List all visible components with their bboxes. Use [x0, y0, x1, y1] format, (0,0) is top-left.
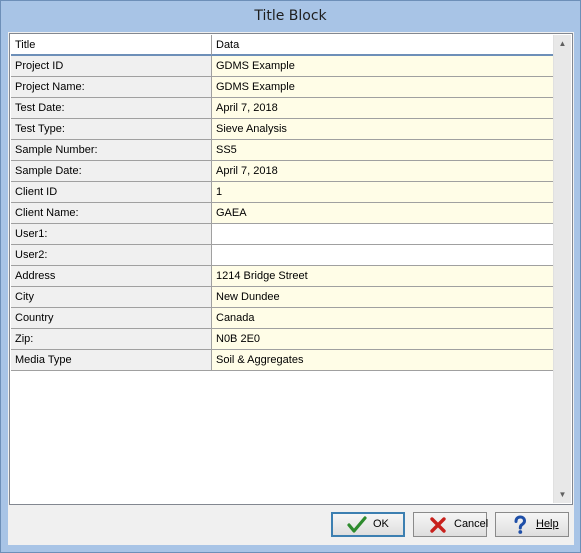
- row-data-cell[interactable]: GDMS Example: [212, 77, 554, 98]
- table-row[interactable]: Zip: N0B 2E0: [11, 329, 554, 350]
- grid-header-row: Title Data: [11, 35, 554, 56]
- table-row[interactable]: Address 1214 Bridge Street: [11, 266, 554, 287]
- row-title-cell: User1:: [11, 224, 212, 245]
- row-data-cell[interactable]: N0B 2E0: [212, 329, 554, 350]
- row-title-cell: Zip:: [11, 329, 212, 350]
- scroll-down-icon[interactable]: ▼: [554, 486, 571, 503]
- row-title-cell: Media Type: [11, 350, 212, 371]
- row-data-cell[interactable]: [212, 245, 554, 266]
- row-data-cell[interactable]: Soil & Aggregates: [212, 350, 554, 371]
- row-data-cell[interactable]: April 7, 2018: [212, 98, 554, 119]
- question-icon: [514, 515, 527, 534]
- table-row[interactable]: Media Type Soil & Aggregates: [11, 350, 554, 371]
- row-title-cell: Client ID: [11, 182, 212, 203]
- row-data-cell[interactable]: GDMS Example: [212, 56, 554, 77]
- row-title-cell: Test Date:: [11, 98, 212, 119]
- row-title-cell: Client Name:: [11, 203, 212, 224]
- row-data-cell[interactable]: GAEA: [212, 203, 554, 224]
- row-data-cell[interactable]: 1214 Bridge Street: [212, 266, 554, 287]
- dialog-window: Title Block Title Data Project ID GDMS Ex…: [0, 0, 581, 553]
- cancel-button[interactable]: Cancel: [413, 512, 489, 537]
- table-row[interactable]: Client Name: GAEA: [11, 203, 554, 224]
- table-row[interactable]: Sample Number: SS5: [11, 140, 554, 161]
- row-title-cell: Test Type:: [11, 119, 212, 140]
- row-data-cell[interactable]: Canada: [212, 308, 554, 329]
- table-row[interactable]: Project Name: GDMS Example: [11, 77, 554, 98]
- column-header-title[interactable]: Title: [11, 35, 212, 56]
- row-data-cell[interactable]: April 7, 2018: [212, 161, 554, 182]
- table-row[interactable]: City New Dundee: [11, 287, 554, 308]
- dialog-client-area: Title Data Project ID GDMS Example Project…: [8, 32, 574, 545]
- row-data-cell[interactable]: SS5: [212, 140, 554, 161]
- row-title-cell: Project ID: [11, 56, 212, 77]
- row-data-cell[interactable]: New Dundee: [212, 287, 554, 308]
- x-icon: [430, 517, 446, 533]
- table-row[interactable]: Client ID 1: [11, 182, 554, 203]
- table-row[interactable]: Country Canada: [11, 308, 554, 329]
- table-row[interactable]: Test Type: Sieve Analysis: [11, 119, 554, 140]
- grid-body: Title Data Project ID GDMS Example Project…: [11, 35, 554, 503]
- row-title-cell: Project Name:: [11, 77, 212, 98]
- vertical-scrollbar[interactable]: ▲ ▼: [553, 35, 571, 503]
- window-title: Title Block: [254, 8, 327, 24]
- row-title-cell: Address: [11, 266, 212, 287]
- table-row[interactable]: Sample Date: April 7, 2018: [11, 161, 554, 182]
- row-data-cell[interactable]: Sieve Analysis: [212, 119, 554, 140]
- table-row[interactable]: User2:: [11, 245, 554, 266]
- row-title-cell: Sample Number:: [11, 140, 212, 161]
- scroll-up-icon[interactable]: ▲: [554, 35, 571, 52]
- table-row[interactable]: Project ID GDMS Example: [11, 56, 554, 77]
- row-title-cell: City: [11, 287, 212, 308]
- cancel-button-label: Cancel: [454, 518, 489, 530]
- row-title-cell: User2:: [11, 245, 212, 266]
- help-button-label: Help: [536, 518, 559, 530]
- table-row[interactable]: User1:: [11, 224, 554, 245]
- help-button[interactable]: Help: [495, 512, 569, 537]
- title-block-grid: Title Data Project ID GDMS Example Project…: [9, 33, 573, 505]
- row-data-cell[interactable]: 1: [212, 182, 554, 203]
- row-title-cell: Sample Date:: [11, 161, 212, 182]
- ok-button[interactable]: OK: [331, 512, 405, 537]
- table-row[interactable]: Test Date: April 7, 2018: [11, 98, 554, 119]
- title-bar[interactable]: Title Block: [1, 1, 580, 32]
- check-icon: [347, 516, 367, 533]
- row-title-cell: Country: [11, 308, 212, 329]
- column-header-data[interactable]: Data: [212, 35, 554, 56]
- row-data-cell[interactable]: [212, 224, 554, 245]
- ok-button-label: OK: [373, 518, 389, 530]
